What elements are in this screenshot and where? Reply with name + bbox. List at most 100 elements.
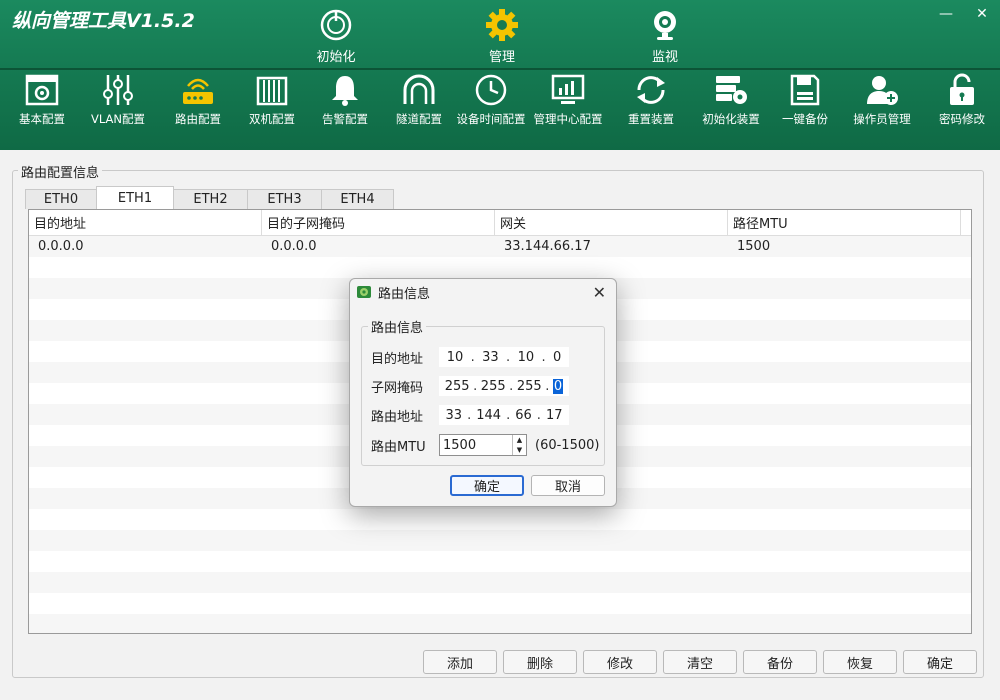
tool-alarm-config[interactable]: 告警配置	[303, 72, 387, 126]
ip-octet: 10	[446, 349, 464, 365]
ip-octet: 255	[480, 378, 506, 394]
tool-reset-device[interactable]: 重置装置	[609, 72, 693, 126]
backup-button[interactable]: 备份	[743, 650, 817, 674]
add-user-icon	[867, 76, 898, 105]
main-tabs: 初始化 管理 监视	[0, 8, 1000, 68]
tool-basic-config[interactable]: 基本配置	[0, 72, 84, 126]
ip-octet-selected: 0	[552, 378, 564, 394]
tool-label: VLAN配置	[90, 112, 145, 126]
ip-octet: 33	[482, 349, 499, 365]
dest-row: 目的地址 10. 33. 10. 0	[371, 347, 569, 367]
server-gear-icon	[716, 76, 747, 104]
close-icon[interactable]: ✕	[593, 283, 606, 302]
stepper-arrows[interactable]: ▲ ▼	[512, 435, 526, 455]
tool-label: 重置装置	[628, 112, 674, 126]
webcam-icon	[654, 11, 676, 40]
power-icon	[320, 9, 352, 41]
ip-octet: 255	[444, 378, 470, 394]
tool-dual-config[interactable]: 双机配置	[230, 72, 314, 126]
tool-label: 双机配置	[249, 112, 295, 126]
cancel-button[interactable]: 取消	[531, 475, 605, 496]
tab-monitor-label: 监视	[651, 50, 678, 65]
toolbar: 基本配置 VLAN配置 路由配置 双机配置 告警配置 隧道配置 设备时间配置 管…	[0, 72, 1000, 150]
column-header[interactable]: 目的地址	[29, 210, 262, 235]
tool-label: 基本配置	[19, 112, 65, 126]
route-config-title: 路由配置信息	[18, 162, 103, 181]
bell-icon	[332, 76, 358, 106]
dual-machine-icon	[256, 76, 288, 106]
tool-label: 一键备份	[782, 112, 828, 126]
ip-octet: 66	[515, 407, 532, 423]
empty-row	[29, 509, 971, 530]
ip-octet: 17	[545, 407, 563, 423]
empty-row	[29, 614, 971, 633]
save-disk-icon	[790, 74, 820, 106]
empty-row	[29, 257, 971, 278]
tool-center-config[interactable]: 管理中心配置	[526, 72, 610, 126]
tool-label: 初始化装置	[702, 112, 760, 126]
tab-eth2[interactable]: ETH2	[173, 189, 248, 209]
empty-row	[29, 551, 971, 572]
tab-manage[interactable]: 管理	[462, 8, 542, 65]
confirm-button[interactable]: 确定	[903, 650, 977, 674]
column-header[interactable]: 路径MTU	[728, 210, 961, 235]
tool-time-config[interactable]: 设备时间配置	[449, 72, 533, 126]
empty-row	[29, 593, 971, 614]
header-divider	[0, 68, 1000, 70]
gateway-ip-input[interactable]: 33. 144. 66. 17	[439, 405, 569, 425]
sliders-icon	[103, 75, 133, 105]
tab-manage-label: 管理	[488, 50, 515, 65]
monitor-chart-icon	[551, 74, 585, 104]
tool-backup[interactable]: 一键备份	[763, 72, 847, 126]
tool-label: 隧道配置	[396, 112, 442, 126]
tab-eth3[interactable]: ETH3	[247, 189, 322, 209]
dialog-group-title: 路由信息	[368, 317, 427, 336]
clear-button[interactable]: 清空	[663, 650, 737, 674]
tool-label: 告警配置	[322, 112, 368, 126]
tool-label: 密码修改	[939, 112, 985, 126]
dest-ip-input[interactable]: 10. 33. 10. 0	[439, 347, 569, 367]
mtu-value: 1500	[443, 437, 477, 453]
chevron-up-icon[interactable]: ▲	[517, 436, 522, 444]
tab-init[interactable]: 初始化	[296, 8, 376, 65]
tool-route-config[interactable]: 路由配置	[156, 72, 240, 126]
mask-label: 子网掩码	[371, 380, 424, 396]
mask-ip-input[interactable]: 255. 255. 255. 0	[439, 376, 569, 396]
add-button[interactable]: 添加	[423, 650, 497, 674]
table-row[interactable]: 0.0.0.0 0.0.0.0 33.144.66.17 1500	[29, 236, 971, 257]
refresh-icon	[637, 76, 665, 104]
dest-label: 目的地址	[371, 351, 424, 367]
app-header: 纵向管理工具V1.5.2 — ✕ 初始化 管理 监视 基本配置 VLAN配置 路…	[0, 0, 1000, 150]
route-info-dialog: 路由信息 ✕ 路由信息 目的地址 10. 33. 10. 0 子网掩码 255.…	[349, 278, 617, 507]
gateway-row: 路由地址 33. 144. 66. 17	[371, 405, 569, 425]
mtu-row: 路由MTU 1500 ▲ ▼ (60-1500)	[371, 434, 599, 456]
tool-label: 管理中心配置	[533, 112, 603, 126]
table-cell: 1500	[737, 239, 771, 254]
gear-icon	[486, 9, 518, 41]
table-cell: 0.0.0.0	[38, 239, 84, 254]
tab-monitor[interactable]: 监视	[625, 8, 705, 65]
tab-eth1[interactable]: ETH1	[96, 186, 174, 209]
column-header[interactable]: 网关	[495, 210, 728, 235]
tool-password-change[interactable]: 密码修改	[920, 72, 1000, 126]
tool-label: 设备时间配置	[456, 112, 526, 126]
tool-operator-manage[interactable]: 操作员管理	[840, 72, 924, 126]
tab-eth4[interactable]: ETH4	[321, 189, 394, 209]
dialog-titlebar: 路由信息	[350, 279, 616, 305]
mtu-stepper[interactable]: 1500 ▲ ▼	[439, 434, 527, 456]
column-header[interactable]: 目的子网掩码	[262, 210, 495, 235]
chevron-down-icon[interactable]: ▼	[517, 446, 522, 454]
tab-init-label: 初始化	[316, 50, 356, 65]
config-panel-icon	[25, 74, 59, 106]
delete-button[interactable]: 删除	[503, 650, 577, 674]
app-icon	[357, 286, 371, 298]
ok-button[interactable]: 确定	[450, 475, 524, 496]
router-icon	[183, 78, 213, 104]
tool-init-device[interactable]: 初始化装置	[689, 72, 773, 126]
eth-tab-bar: ETH0 ETH1 ETH2 ETH3 ETH4	[25, 186, 394, 209]
edit-button[interactable]: 修改	[583, 650, 657, 674]
tab-eth0[interactable]: ETH0	[25, 189, 97, 209]
tool-vlan-config[interactable]: VLAN配置	[76, 72, 160, 126]
ip-octet: 0	[553, 349, 562, 365]
restore-button[interactable]: 恢复	[823, 650, 897, 674]
